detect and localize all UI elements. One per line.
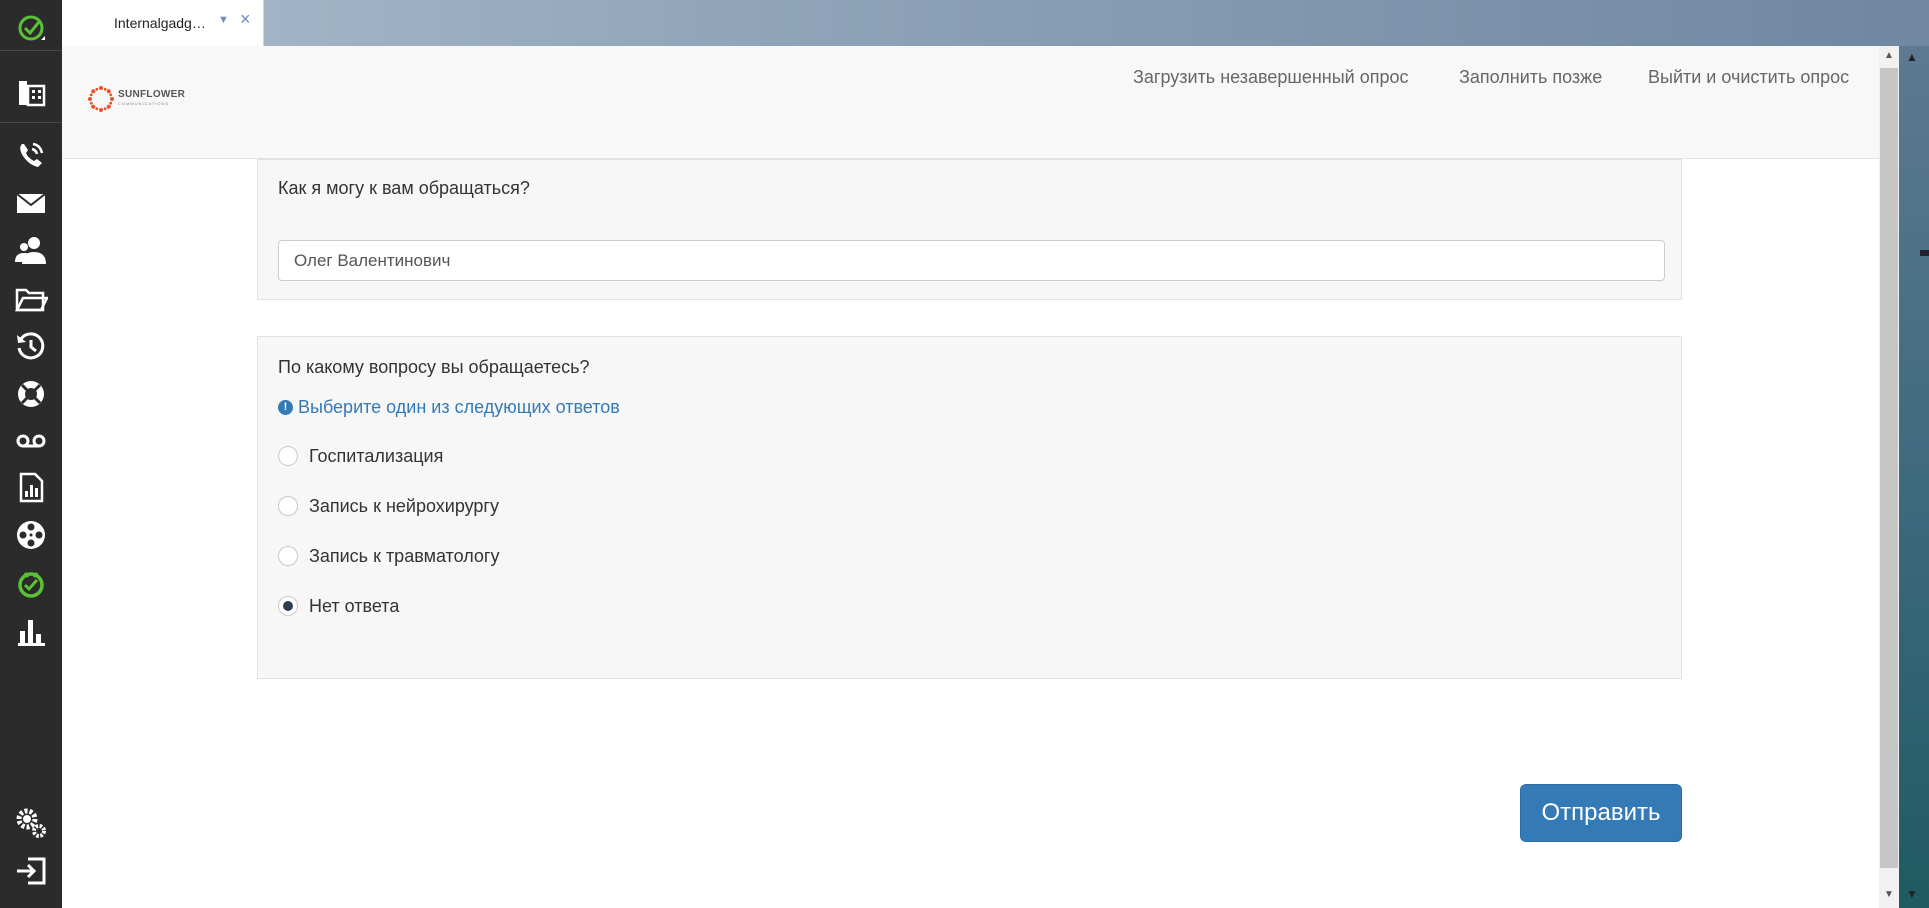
contacts-icon[interactable] — [13, 232, 49, 268]
question-title: Как я могу к вам обращаться? — [278, 178, 530, 198]
hint-label: Выберите один из следующих ответов — [298, 397, 620, 417]
fill-later-link[interactable]: Заполнить позже — [1459, 67, 1602, 88]
option-no-answer[interactable]: Нет ответа — [278, 593, 399, 619]
option-label: Запись к нейрохирургу — [309, 495, 500, 516]
radio-button[interactable] — [278, 546, 298, 566]
survey-frame: SUNFLOWER COMMUNICATIONS Загрузить незав… — [62, 46, 1879, 908]
outer-scroll-marker — [1920, 250, 1929, 256]
option-neurosurgeon[interactable]: Запись к нейрохирургу — [278, 493, 499, 519]
name-input[interactable] — [278, 240, 1665, 281]
envelope-icon[interactable] — [13, 185, 49, 221]
app-sidebar — [0, 0, 62, 908]
scrollbar-thumb[interactable] — [1880, 68, 1898, 868]
option-hospitalization[interactable]: Госпитализация — [278, 443, 443, 469]
outer-window-edge — [1899, 46, 1929, 908]
tab-strip: Internalgadg… ▼ × — [62, 0, 1929, 47]
hint-text: ! Выберите один из следующих ответов — [278, 397, 620, 418]
logout-icon[interactable] — [13, 853, 49, 889]
film-reel-icon[interactable] — [13, 517, 49, 553]
question-topic-panel: По какому вопросу вы обращаетесь? ! Выбе… — [257, 336, 1682, 679]
history-icon[interactable] — [13, 328, 49, 364]
office-building-icon[interactable] — [13, 74, 49, 110]
radio-button[interactable] — [278, 446, 298, 466]
outer-scroll-up-icon[interactable]: ▲ — [1906, 50, 1918, 64]
load-incomplete-survey-link[interactable]: Загрузить незавершенный опрос — [1133, 67, 1409, 88]
radio-button-selected[interactable] — [278, 596, 298, 616]
logo-subtext: COMMUNICATIONS — [118, 101, 170, 106]
voicemail-icon[interactable] — [13, 423, 49, 459]
phone-call-icon[interactable] — [13, 137, 49, 173]
option-label: Нет ответа — [309, 595, 400, 616]
scroll-up-icon[interactable]: ▲ — [1882, 50, 1896, 61]
survey-icon[interactable] — [13, 565, 49, 601]
tab-internalgadget[interactable]: Internalgadg… ▼ × — [62, 0, 264, 47]
question-name-panel: Как я могу к вам обращаться? — [257, 159, 1682, 300]
option-traumatologist[interactable]: Запись к травматологу — [278, 543, 500, 569]
bar-chart-icon[interactable] — [13, 614, 49, 650]
report-icon[interactable] — [13, 469, 49, 505]
submit-button[interactable]: Отправить — [1520, 784, 1682, 842]
lifebuoy-icon[interactable] — [13, 376, 49, 412]
outer-scroll-down-icon[interactable]: ▼ — [1906, 887, 1918, 901]
survey-header: SUNFLOWER COMMUNICATIONS Загрузить незав… — [62, 46, 1879, 159]
exclamation-circle-icon: ! — [278, 400, 293, 415]
sunflower-logo: SUNFLOWER COMMUNICATIONS — [86, 84, 186, 114]
exit-and-clear-link[interactable]: Выйти и очистить опрос — [1648, 67, 1849, 88]
folder-open-icon[interactable] — [13, 281, 49, 317]
radio-button[interactable] — [278, 496, 298, 516]
tab-label: Internalgadg… — [114, 15, 206, 31]
option-label: Запись к травматологу — [309, 545, 500, 566]
chevron-down-icon[interactable]: ▼ — [218, 14, 229, 26]
question-title: По какому вопросу вы обращаетесь? — [278, 357, 590, 377]
settings-gears-icon[interactable] — [13, 805, 49, 841]
close-icon[interactable]: × — [240, 10, 251, 28]
option-label: Госпитализация — [309, 445, 444, 466]
scroll-down-icon[interactable]: ▼ — [1882, 889, 1896, 900]
status-check-icon[interactable] — [13, 10, 49, 46]
logo-text: SUNFLOWER — [118, 89, 186, 100]
